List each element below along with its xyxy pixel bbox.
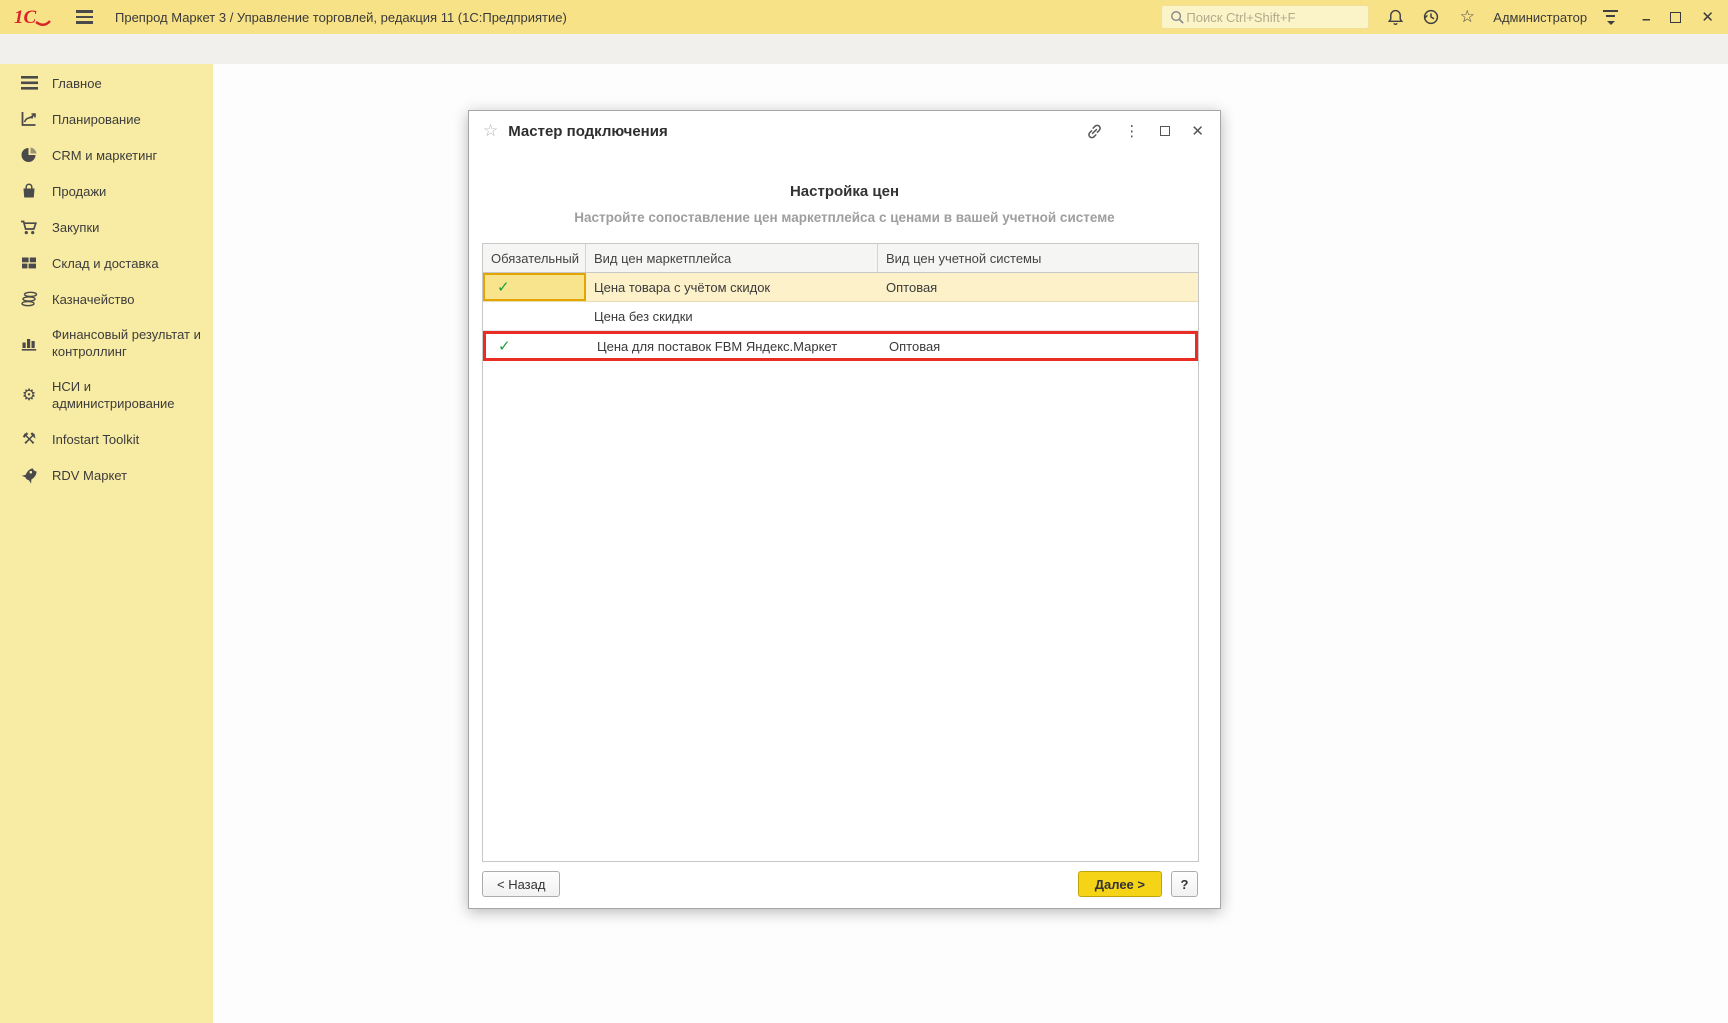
cart-icon <box>18 218 40 236</box>
sidebar-item-rdv-market[interactable]: RDV Маркет <box>0 457 213 493</box>
window-maximize-icon[interactable] <box>1670 11 1682 23</box>
sections-sidebar: Главное Планирование CRM и маркетинг Про… <box>0 64 213 1023</box>
svg-text:1С: 1С <box>14 7 37 28</box>
sidebar-item-sales[interactable]: Продажи <box>0 173 213 209</box>
required-checkbox-cell[interactable]: ✓ <box>486 334 589 358</box>
wizard-step-heading: Настройка цен <box>789 183 900 200</box>
required-checkbox-cell[interactable]: ✓ <box>483 273 586 301</box>
dialog-title: Мастер подключения <box>508 122 668 140</box>
open-windows-bar <box>0 34 1728 64</box>
app-titlebar: 1С Препрод Маркет 3 / Управление торговл… <box>0 0 1728 34</box>
sidebar-item-warehouse[interactable]: Склад и доставка <box>0 245 213 281</box>
more-menu-icon[interactable]: ⋮ <box>1124 122 1139 140</box>
sidebar-item-purchasing[interactable]: Закупки <box>0 209 213 245</box>
sidebar-item-label: Планирование <box>52 111 141 127</box>
sidebar-item-label: Финансовый результат и контроллинг <box>52 327 201 359</box>
rocket-icon <box>18 466 40 484</box>
window-close-icon[interactable]: ✕ <box>1701 8 1714 26</box>
sidebar-item-planning[interactable]: Планирование <box>0 101 213 137</box>
sidebar-item-label: Главное <box>52 75 102 91</box>
table-header-row: Обязательный Вид цен маркетплейса Вид це… <box>483 244 1198 273</box>
coins-icon <box>18 290 40 308</box>
dialog-close-icon[interactable]: ✕ <box>1191 122 1204 140</box>
bag-icon <box>18 182 40 200</box>
sidebar-item-finance[interactable]: Финансовый результат и контроллинг <box>0 317 213 369</box>
column-header-required[interactable]: Обязательный <box>483 244 586 272</box>
table-row-highlighted-red[interactable]: ✓ Цена для поставок FBM Яндекс.Маркет Оп… <box>483 331 1198 361</box>
wizard-step-subheading: Настройте сопоставление цен маркетплейса… <box>574 210 1115 225</box>
bar-chart-icon <box>18 334 40 352</box>
history-icon[interactable] <box>1421 7 1441 27</box>
tools-icon: ⚒ <box>21 430 37 448</box>
help-button[interactable]: ? <box>1171 871 1198 897</box>
sidebar-item-label: RDV Маркет <box>52 467 128 483</box>
check-icon: ✓ <box>497 279 510 296</box>
sidebar-item-label: Закупки <box>52 219 100 235</box>
sidebar-item-label: Продажи <box>52 183 107 199</box>
dialog-titlebar: ☆ Мастер подключения ⋮ ✕ <box>469 111 1220 151</box>
system-price-cell[interactable] <box>878 302 1198 330</box>
marketplace-price-cell[interactable]: Цена товара с учётом скидок <box>586 273 878 301</box>
sidebar-item-crm[interactable]: CRM и маркетинг <box>0 137 213 173</box>
get-link-icon[interactable] <box>1086 123 1103 140</box>
column-header-marketplace-price[interactable]: Вид цен маркетплейса <box>586 244 878 272</box>
system-price-cell[interactable]: Оптовая <box>881 334 1195 358</box>
check-icon: ✓ <box>498 338 511 355</box>
app-title: Препрод Маркет 3 / Управление торговлей,… <box>115 9 567 25</box>
sidebar-item-label: Казначейство <box>52 291 135 307</box>
notifications-bell-icon[interactable] <box>1385 7 1405 27</box>
sidebar-item-label: НСИ и администрирование <box>52 379 175 411</box>
column-header-system-price[interactable]: Вид цен учетной системы <box>878 244 1198 272</box>
pie-chart-icon <box>18 146 40 164</box>
menu-lines-icon <box>18 74 40 92</box>
table-row[interactable]: Цена без скидки <box>483 302 1198 331</box>
sidebar-item-infostart[interactable]: ⚒ Infostart Toolkit <box>0 421 213 457</box>
current-user[interactable]: Администратор <box>1493 10 1587 25</box>
favorites-star-icon[interactable]: ☆ <box>1457 7 1477 27</box>
warehouse-icon <box>18 254 40 272</box>
sidebar-item-treasury[interactable]: Казначейство <box>0 281 213 317</box>
search-input[interactable] <box>1186 9 1363 25</box>
global-search[interactable] <box>1161 5 1370 29</box>
sidebar-item-label: CRM и маркетинг <box>52 147 158 163</box>
back-button[interactable]: < Назад <box>482 871 561 897</box>
gear-icon: ⚙ <box>21 386 37 404</box>
dialog-footer: < Назад Далее > ? <box>482 871 1198 897</box>
sidebar-item-main[interactable]: Главное <box>0 65 213 101</box>
dialog-maximize-icon[interactable] <box>1160 126 1171 136</box>
service-menu-icon[interactable] <box>1603 9 1619 25</box>
connection-wizard-dialog: ☆ Мастер подключения ⋮ ✕ Настройка цен Н… <box>468 110 1221 909</box>
next-button[interactable]: Далее > <box>1077 871 1162 897</box>
sidebar-item-admin[interactable]: ⚙ НСИ и администрирование <box>0 369 213 421</box>
sidebar-item-label: Склад и доставка <box>52 255 159 271</box>
required-checkbox-cell[interactable] <box>483 302 586 330</box>
1c-logo-icon: 1С <box>14 6 54 28</box>
search-icon <box>1168 7 1186 27</box>
price-mapping-table: Обязательный Вид цен маркетплейса Вид це… <box>482 243 1199 862</box>
window-minimize-icon[interactable]: – <box>1642 11 1650 28</box>
marketplace-price-cell[interactable]: Цена без скидки <box>586 302 878 330</box>
sidebar-item-label: Infostart Toolkit <box>52 431 140 447</box>
main-menu-icon[interactable] <box>76 10 93 24</box>
dialog-favorite-star-icon[interactable]: ☆ <box>483 121 498 141</box>
system-price-cell[interactable]: Оптовая <box>878 273 1198 301</box>
marketplace-price-cell[interactable]: Цена для поставок FBM Яндекс.Маркет <box>589 334 881 358</box>
planning-chart-icon <box>18 110 40 128</box>
table-row[interactable]: ✓ Цена товара с учётом скидок Оптовая <box>483 273 1198 302</box>
